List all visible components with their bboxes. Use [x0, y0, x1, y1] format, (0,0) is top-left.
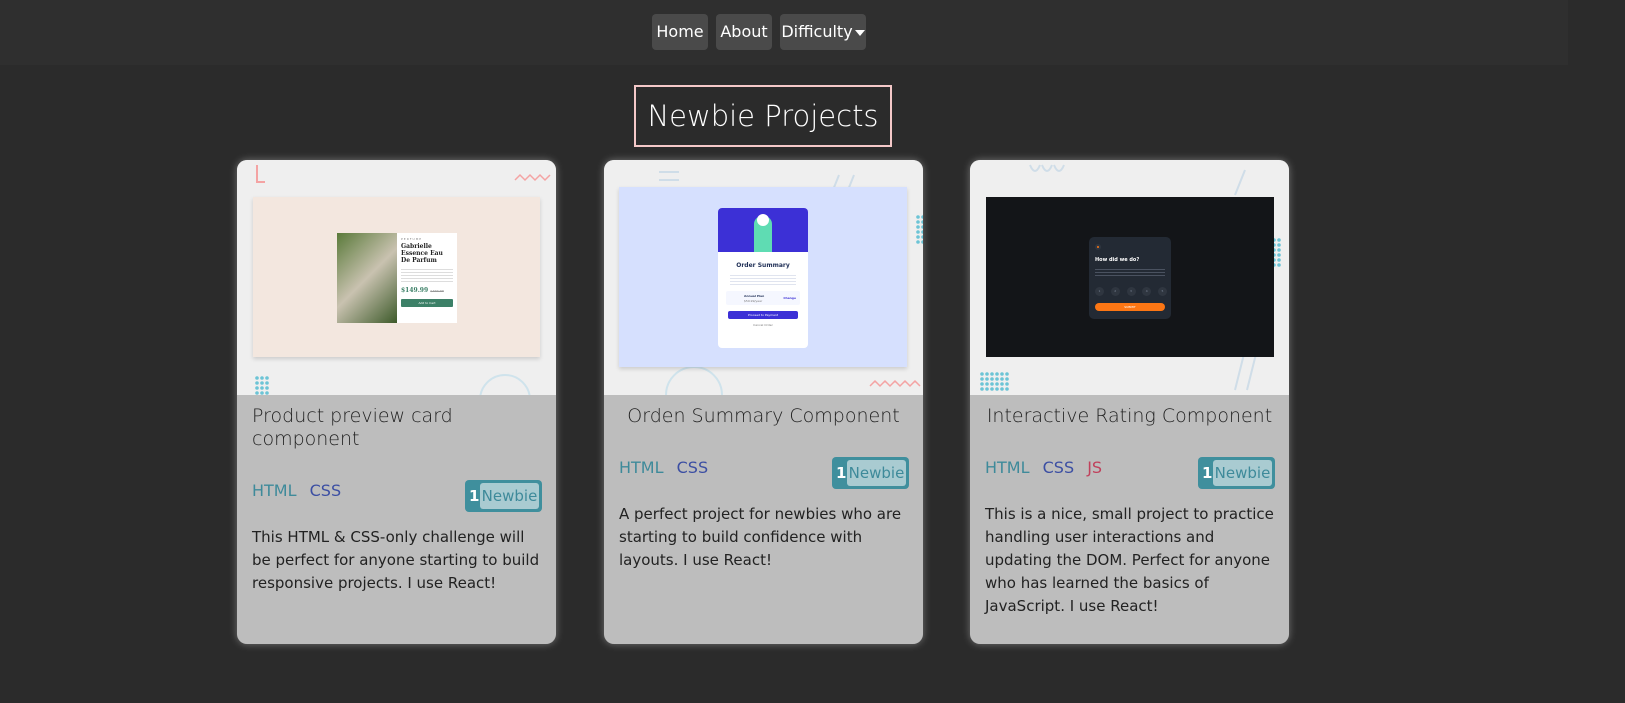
- page-title: Newbie Projects: [634, 85, 892, 147]
- preview-product-name: Gabrielle Essence Eau De Parfum: [401, 243, 443, 264]
- preview-plan-row: Annual Plan $59.99/year Change: [726, 291, 800, 305]
- card-title: Interactive Rating Component: [986, 405, 1273, 427]
- badge-label: Newbie: [847, 460, 906, 486]
- preview-plan-price: $59.99/year: [744, 299, 763, 303]
- preview-rating-5: 5: [1158, 287, 1167, 296]
- preview-description-lines: [401, 267, 453, 283]
- card-description: This is a nice, small project to practic…: [985, 505, 1274, 615]
- badge-label: Newbie: [480, 483, 539, 509]
- preview-old-price: $169.99: [430, 289, 444, 293]
- tag-js: JS: [1087, 458, 1103, 477]
- tech-tags: HTML CSS JS: [985, 458, 1110, 477]
- card-title: Orden Summary Component: [627, 405, 900, 427]
- nav-home-button[interactable]: Home: [652, 14, 708, 50]
- tag-html: HTML: [985, 458, 1030, 477]
- preview-rating-2: 2: [1110, 287, 1120, 296]
- preview-submit-button: SUBMIT: [1095, 303, 1165, 311]
- card-description: This HTML & CSS-only challenge will be p…: [252, 528, 540, 592]
- preview-heading: Order Summary: [736, 262, 790, 269]
- tag-css: CSS: [1042, 458, 1075, 477]
- preview-cancel-link: Cancel Order: [753, 323, 773, 327]
- preview-rating-card: How did we do? 1 2 3 4 5 SUBMIT: [1089, 237, 1171, 319]
- preview-price: $149.99: [401, 287, 429, 294]
- project-card[interactable]: How did we do? 1 2 3 4 5 SUBMIT Interact…: [970, 160, 1289, 644]
- difficulty-badge: 1 Newbie: [832, 457, 909, 489]
- preview-rating-3: 3: [1126, 287, 1136, 296]
- tech-tags: HTML CSS: [252, 481, 349, 500]
- card-body: Orden Summary Component HTML CSS 1 Newbi…: [604, 395, 923, 644]
- badge-number: 1: [836, 464, 847, 482]
- card-title: Product preview card component: [252, 405, 453, 450]
- nav-difficulty-dropdown[interactable]: Difficulty: [780, 14, 866, 50]
- nav-difficulty-label: Difficulty: [781, 22, 853, 41]
- preview-text-lines: [730, 273, 796, 287]
- tech-tags: HTML CSS: [619, 458, 716, 477]
- badge-number: 1: [1202, 464, 1213, 482]
- preview-screenshot: Order Summary Annual Plan $59.99/year Ch…: [619, 187, 907, 367]
- preview-heading: How did we do?: [1095, 257, 1140, 263]
- difficulty-badge: 1 Newbie: [465, 480, 542, 512]
- preview-rating-1: 1: [1095, 287, 1104, 296]
- preview-plan: Annual Plan: [744, 294, 765, 298]
- preview-change-link: Change: [783, 296, 796, 300]
- badge-label: Newbie: [1213, 460, 1272, 486]
- project-card[interactable]: Order Summary Annual Plan $59.99/year Ch…: [604, 160, 923, 644]
- preview-order-card: Order Summary Annual Plan $59.99/year Ch…: [718, 208, 808, 348]
- project-card[interactable]: PERFUME Gabrielle Essence Eau De Parfum …: [237, 160, 556, 644]
- card-preview-image: How did we do? 1 2 3 4 5 SUBMIT: [970, 160, 1289, 395]
- preview-cart-button: Add to Cart: [401, 299, 453, 307]
- preview-screenshot: PERFUME Gabrielle Essence Eau De Parfum …: [253, 197, 540, 357]
- card-description: A perfect project for newbies who are st…: [619, 505, 902, 569]
- tag-html: HTML: [252, 481, 297, 500]
- nav-about-button[interactable]: About: [716, 14, 772, 50]
- card-preview-image: Order Summary Annual Plan $59.99/year Ch…: [604, 160, 923, 395]
- preview-screenshot: How did we do? 1 2 3 4 5 SUBMIT: [986, 197, 1274, 357]
- tag-html: HTML: [619, 458, 664, 477]
- caret-down-icon: [854, 29, 865, 36]
- preview-payment-button: Proceed to Payment: [728, 311, 798, 319]
- perfume-photo: [337, 233, 397, 323]
- card-preview-image: PERFUME Gabrielle Essence Eau De Parfum …: [237, 160, 556, 395]
- card-body: Product preview card component HTML CSS …: [237, 395, 556, 644]
- preview-rating-options: 1 2 3 4 5: [1095, 287, 1167, 296]
- preview-text-lines: [1095, 267, 1165, 277]
- tag-css: CSS: [309, 481, 342, 500]
- difficulty-badge: 1 Newbie: [1198, 457, 1275, 489]
- top-navbar: Home About Difficulty: [0, 0, 1568, 65]
- tag-css: CSS: [676, 458, 709, 477]
- preview-hero-illustration: [718, 208, 808, 252]
- badge-number: 1: [469, 487, 480, 505]
- preview-rating-4: 4: [1142, 287, 1152, 296]
- preview-text-panel: PERFUME Gabrielle Essence Eau De Parfum …: [397, 233, 457, 323]
- preview-category: PERFUME: [401, 237, 423, 241]
- card-body: Interactive Rating Component HTML CSS JS…: [970, 395, 1289, 644]
